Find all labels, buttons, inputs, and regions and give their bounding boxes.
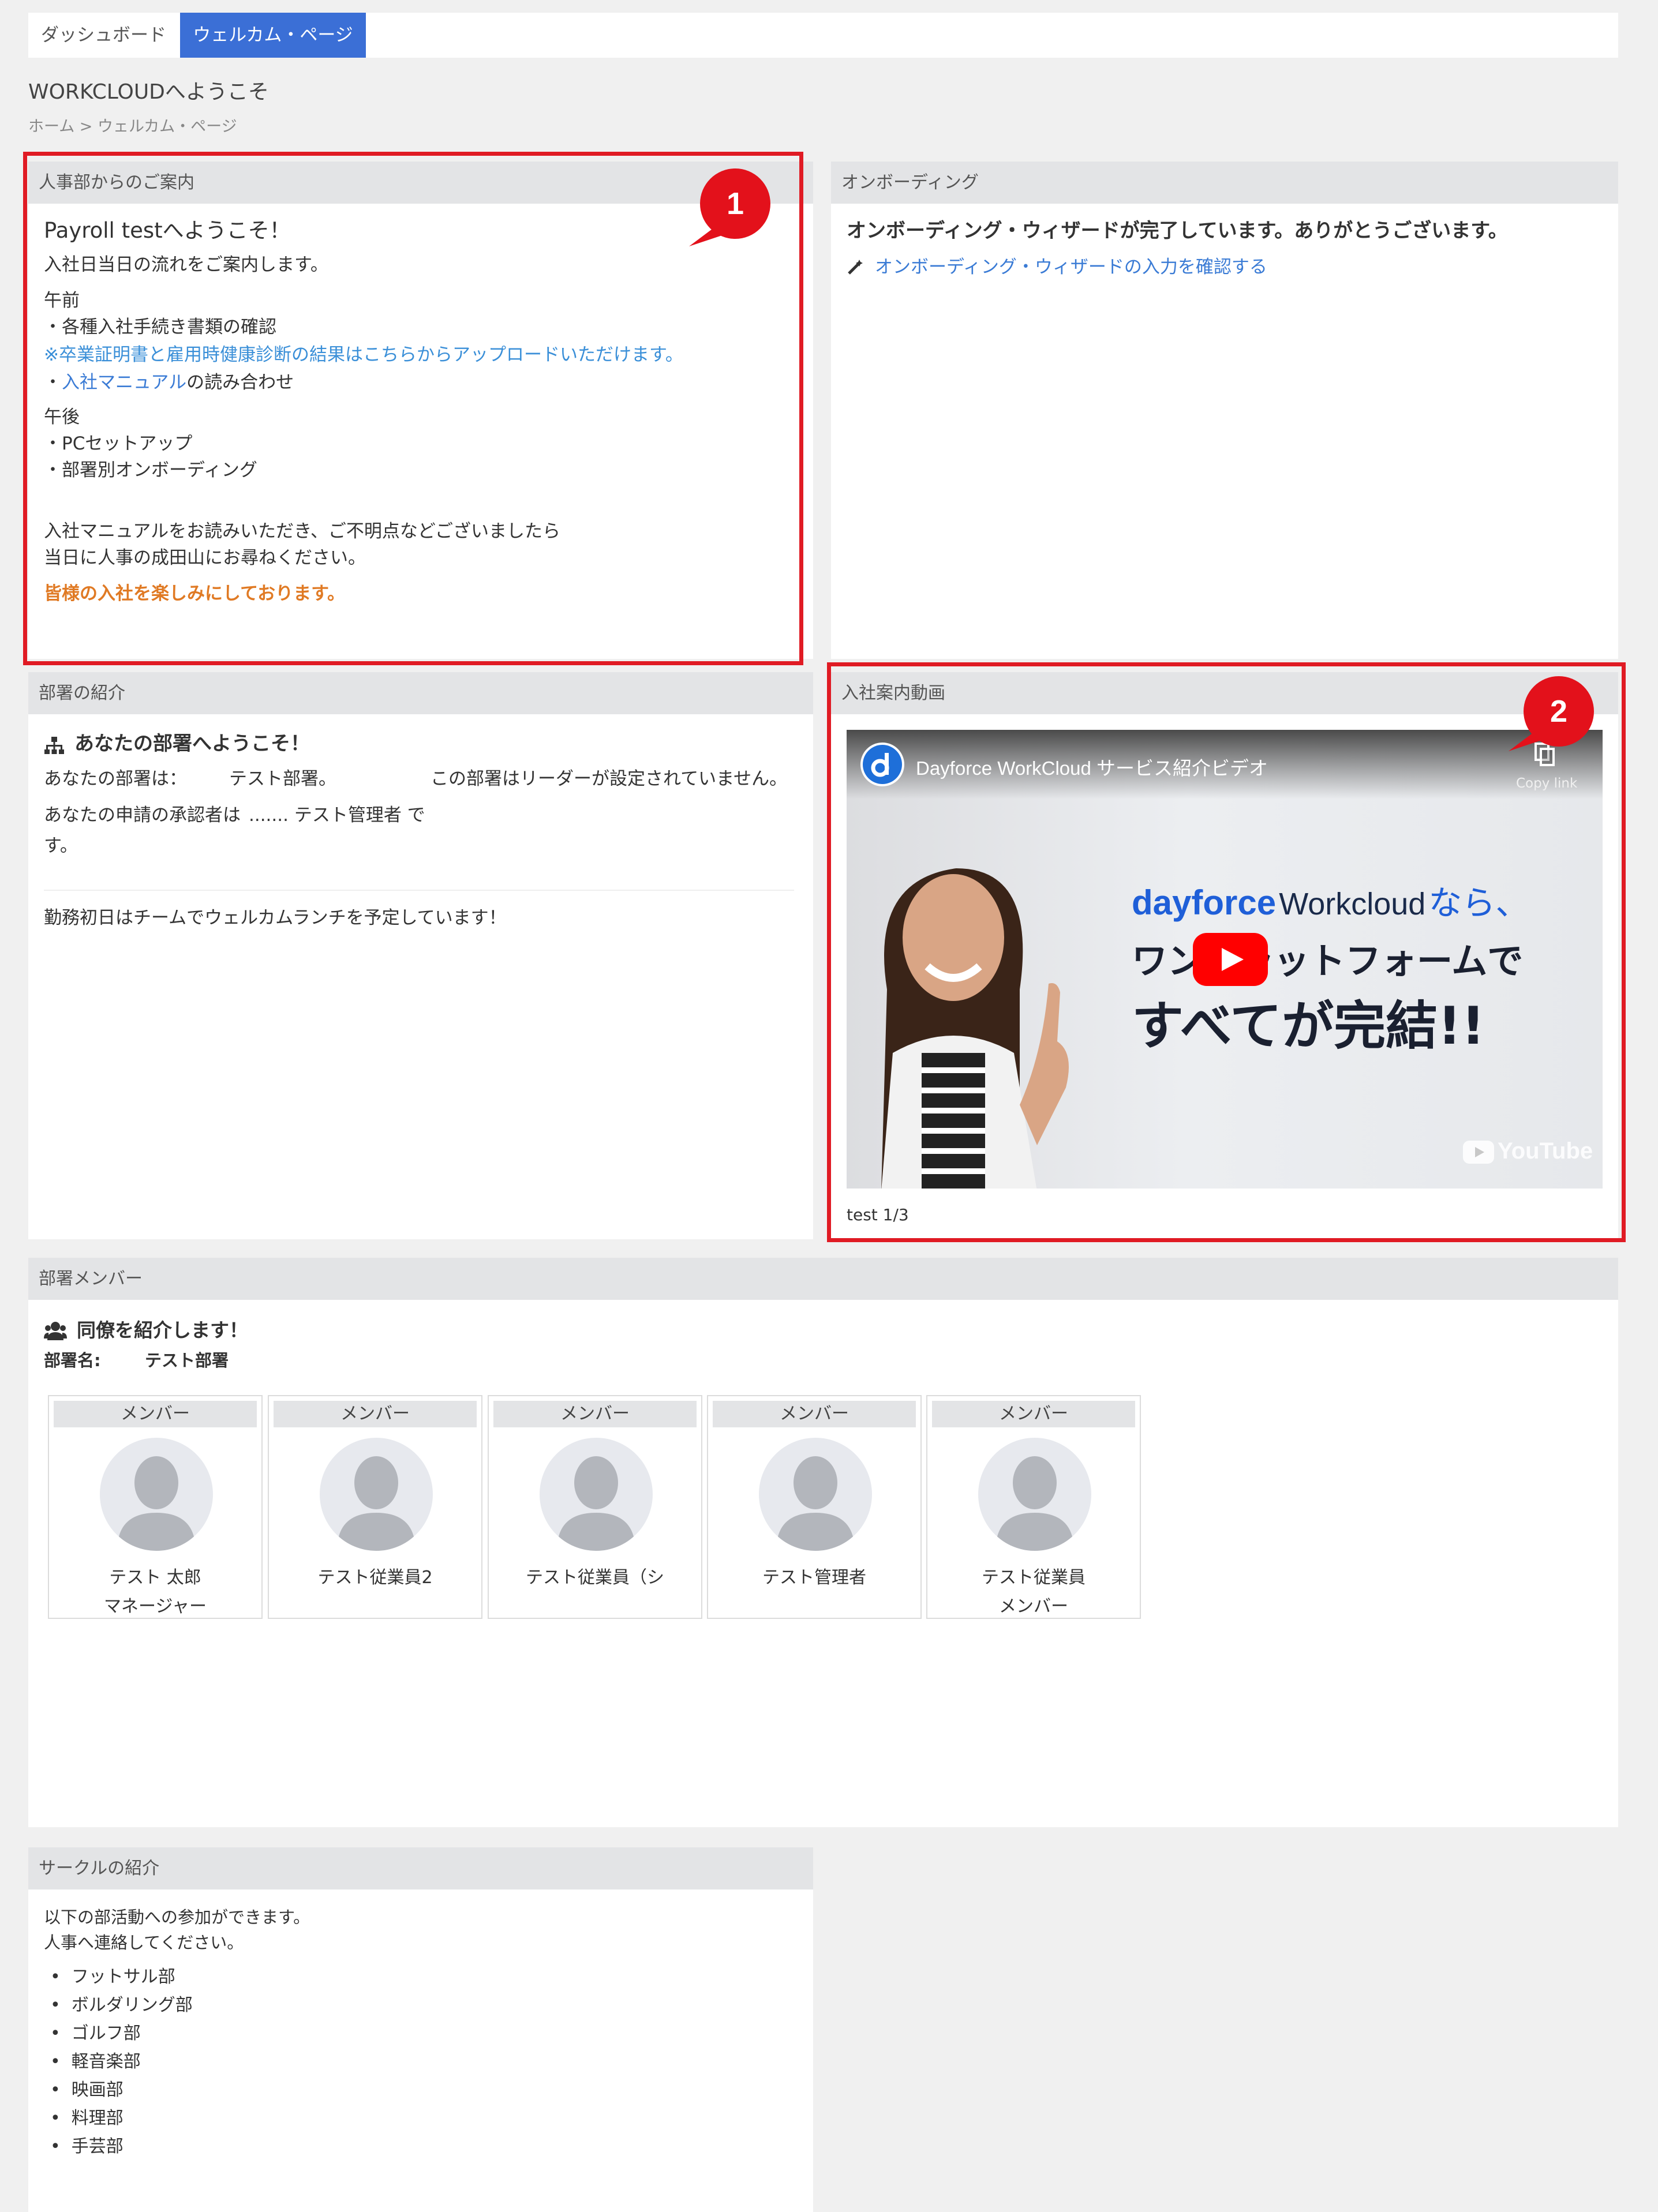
- divider: [44, 890, 794, 891]
- panel-header: サークルの紹介: [28, 1847, 813, 1889]
- list-item: • ゴルフ部: [50, 2023, 141, 2044]
- callout-badge-1: 1: [700, 168, 770, 239]
- member-name: テスト管理者: [762, 1568, 866, 1588]
- member-card[interactable]: メンバー テスト従業員（シ: [488, 1395, 702, 1619]
- panel-header: 部署メンバー: [28, 1258, 1618, 1300]
- member-name: テスト 太郎: [109, 1568, 201, 1588]
- member-role: メンバー: [493, 1401, 697, 1427]
- members-heading: 同僚を紹介します！: [77, 1319, 248, 1341]
- dept-name-value: テスト部署: [145, 1351, 229, 1370]
- member-role: メンバー: [932, 1401, 1135, 1427]
- avatar: [320, 1438, 433, 1551]
- member-name: テスト従業員（シ: [526, 1568, 664, 1588]
- wand-icon: [847, 258, 864, 276]
- avatar: [100, 1438, 213, 1551]
- department-value: テスト部署。: [229, 768, 336, 789]
- member-name: テスト従業員: [982, 1568, 1086, 1588]
- department-label: あなたの部署は：: [44, 768, 187, 789]
- member-title: マネージャー: [104, 1596, 207, 1617]
- list-item: • 手芸部: [50, 2136, 123, 2157]
- member-role: メンバー: [713, 1401, 916, 1427]
- avatar: [978, 1438, 1091, 1551]
- member-card[interactable]: メンバー テスト従業員2: [268, 1395, 482, 1619]
- onboarding-panel: オンボーディング オンボーディング・ウィザードが完了しています。ありがとうござい…: [831, 162, 1618, 659]
- member-role: メンバー: [274, 1401, 477, 1427]
- member-name: テスト従業員2: [317, 1568, 433, 1588]
- tab-dashboard[interactable]: ダッシュボード: [28, 13, 180, 58]
- member-role: メンバー: [54, 1401, 257, 1427]
- department-panel: 部署の紹介 あなたの部署へようこそ！ あなたの部署は： テスト部署。 この部署は…: [28, 672, 813, 1239]
- member-card[interactable]: メンバー テスト管理者: [707, 1395, 922, 1619]
- circles-list: • フットサル部 • ボルダリング部 • ゴルフ部 • 軽音楽部 • 映画部 •…: [50, 1963, 193, 2161]
- list-item: • 映画部: [50, 2080, 123, 2100]
- tab-welcome-page[interactable]: ウェルカム・ページ: [180, 13, 366, 58]
- department-heading: あなたの部署へようこそ！: [74, 732, 310, 755]
- breadcrumb: ホーム > ウェルカム・ページ: [28, 118, 237, 136]
- circles-intro: 人事へ連絡してください。: [44, 1933, 244, 1952]
- list-item: • 軽音楽部: [50, 2052, 141, 2072]
- member-card[interactable]: メンバー テスト従業員 メンバー: [926, 1395, 1141, 1619]
- circles-panel: サークルの紹介 以下の部活動への参加ができます。 人事へ連絡してください。 • …: [28, 1847, 813, 2212]
- callout-badge-2: 2: [1524, 676, 1594, 747]
- list-item: • フットサル部: [50, 1967, 175, 1987]
- page-title: WORKCLOUDへようこそ: [28, 80, 269, 104]
- onboarding-complete-message: オンボーディング・ウィザードが完了しています。ありがとうございます。: [847, 219, 1508, 242]
- list-item: • 料理部: [50, 2108, 123, 2128]
- circles-intro: 以下の部活動への参加ができます。: [44, 1907, 310, 1927]
- member-card[interactable]: メンバー テスト 太郎 マネージャー: [48, 1395, 263, 1619]
- avatar: [540, 1438, 653, 1551]
- avatar: [759, 1438, 872, 1551]
- panel-header: オンボーディング: [831, 162, 1618, 204]
- approver-label: あなたの申請の承認者は: [44, 805, 241, 826]
- panel-header: 部署の紹介: [28, 672, 813, 714]
- member-title: メンバー: [999, 1596, 1068, 1617]
- users-icon: [44, 1321, 67, 1341]
- approver-end: す。: [44, 835, 78, 856]
- approver-value: ....... テスト管理者 で: [249, 805, 425, 826]
- list-item: • ボルダリング部: [50, 1995, 193, 2015]
- dept-name-label: 部署名:: [44, 1351, 101, 1370]
- org-chart-icon: [44, 736, 65, 755]
- welcome-lunch-text: 勤務初日はチームでウェルカムランチを予定しています！: [44, 908, 507, 928]
- onboarding-review-link[interactable]: オンボーディング・ウィザードの入力を確認する: [875, 254, 1267, 280]
- no-leader-text: この部署はリーダーが設定されていません。: [431, 768, 788, 789]
- tab-bar: ダッシュボード ウェルカム・ページ: [28, 13, 1618, 58]
